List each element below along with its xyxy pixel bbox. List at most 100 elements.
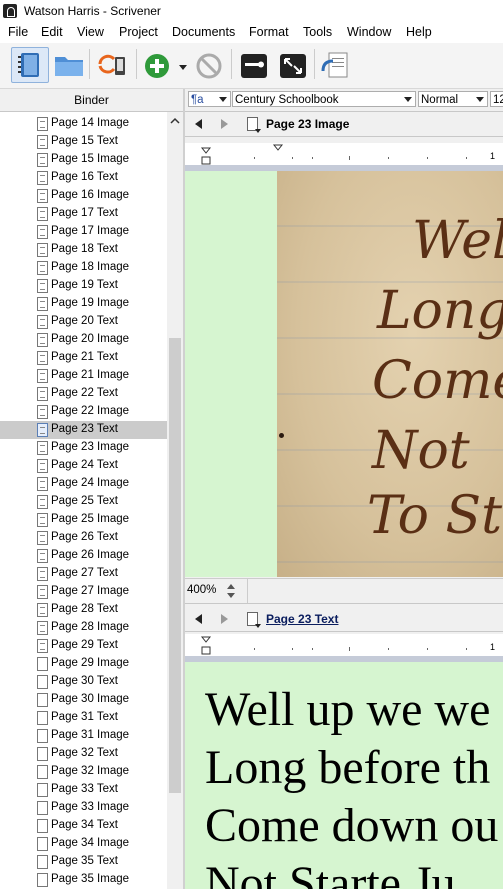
binder-item[interactable]: Page 17 Text bbox=[0, 205, 167, 223]
no-entry-icon bbox=[196, 53, 222, 79]
document-icon bbox=[37, 801, 48, 815]
binder-item[interactable]: Page 16 Text bbox=[0, 169, 167, 187]
editor-bottom-ruler[interactable]: 1 bbox=[185, 634, 503, 662]
text-editor[interactable]: Well up we we Long before th Come down o… bbox=[185, 662, 503, 889]
binder-item[interactable]: Page 25 Image bbox=[0, 511, 167, 529]
binder-scrollbar[interactable] bbox=[167, 112, 183, 889]
binder-item[interactable]: Page 34 Image bbox=[0, 835, 167, 853]
binder-item-label: Page 16 Text bbox=[51, 171, 118, 183]
text-line[interactable]: Come down ou bbox=[205, 798, 498, 853]
binder-item[interactable]: Page 17 Image bbox=[0, 223, 167, 241]
binder-item[interactable]: Page 32 Image bbox=[0, 763, 167, 781]
binder-item[interactable]: Page 31 Text bbox=[0, 709, 167, 727]
add-button[interactable] bbox=[141, 47, 189, 81]
binder-item[interactable]: Page 28 Text bbox=[0, 601, 167, 619]
text-line[interactable]: Not Starte Ju bbox=[205, 856, 456, 889]
handwriting-line: Not bbox=[372, 421, 470, 481]
menu-tools[interactable]: Tools bbox=[303, 25, 332, 39]
binder-list[interactable]: Page 35 Image Page 35 Text Page 34 Image Pa… bbox=[0, 112, 183, 889]
text-line[interactable]: Long before th bbox=[205, 740, 490, 795]
binder-item[interactable]: Page 15 Image bbox=[0, 151, 167, 169]
binder-item-label: Page 32 Image bbox=[51, 765, 130, 777]
back-arrow-icon[interactable] bbox=[195, 614, 202, 624]
binder-item[interactable]: Page 30 Text bbox=[0, 673, 167, 691]
scroll-up-icon[interactable] bbox=[170, 116, 180, 126]
binder-item[interactable]: Page 26 Text bbox=[0, 529, 167, 547]
back-arrow-icon[interactable] bbox=[195, 119, 202, 129]
font-family-dropdown[interactable]: Century Schoolbook bbox=[232, 91, 416, 107]
delete-button[interactable] bbox=[193, 47, 225, 81]
binder-item[interactable]: Page 32 Text bbox=[0, 745, 167, 763]
styles-dropdown[interactable]: ¶a bbox=[188, 91, 231, 107]
composition-mode-button[interactable] bbox=[277, 47, 309, 81]
binder-item[interactable]: Page 18 Image bbox=[0, 259, 167, 277]
font-size-field[interactable]: 12 bbox=[490, 91, 503, 107]
binder-item[interactable]: Page 34 Text bbox=[0, 817, 167, 835]
binder-toggle-button[interactable] bbox=[11, 47, 49, 83]
zoom-value[interactable]: 400% bbox=[187, 584, 216, 596]
forward-arrow-icon[interactable] bbox=[221, 614, 228, 624]
binder-item-label: Page 30 Text bbox=[51, 675, 118, 687]
indent-marker-icon[interactable] bbox=[200, 636, 212, 656]
binder-item[interactable]: Page 16 Image bbox=[0, 187, 167, 205]
binder-item[interactable]: Page 21 Text bbox=[0, 349, 167, 367]
document-menu-icon[interactable] bbox=[247, 117, 261, 133]
compile-button[interactable] bbox=[238, 47, 270, 81]
snapshot-button[interactable] bbox=[319, 47, 353, 81]
binder-item[interactable]: Page 20 Text bbox=[0, 313, 167, 331]
binder-item[interactable]: Page 23 Text bbox=[0, 421, 167, 439]
binder-item[interactable]: Page 30 Image bbox=[0, 691, 167, 709]
binder-item[interactable]: Page 24 Text bbox=[0, 457, 167, 475]
menu-help[interactable]: Help bbox=[406, 25, 432, 39]
binder-item[interactable]: Page 27 Text bbox=[0, 565, 167, 583]
binder-item[interactable]: Page 15 Text bbox=[0, 133, 167, 151]
forward-arrow-icon[interactable] bbox=[221, 119, 228, 129]
tab-stop-icon[interactable] bbox=[272, 144, 284, 152]
binder-item[interactable]: Page 19 Text bbox=[0, 277, 167, 295]
binder-item[interactable]: Page 22 Image bbox=[0, 403, 167, 421]
image-editor[interactable]: Well Long Come Not To Sta bbox=[185, 171, 503, 577]
binder-item[interactable]: Page 18 Text bbox=[0, 241, 167, 259]
binder-item[interactable]: Page 31 Image bbox=[0, 727, 167, 745]
zoom-stepper-icon[interactable] bbox=[227, 582, 235, 600]
binder-item[interactable]: Page 29 Text bbox=[0, 637, 167, 655]
binder-item[interactable]: Page 33 Text bbox=[0, 781, 167, 799]
binder-item[interactable]: Page 35 Image bbox=[0, 871, 167, 889]
binder-item[interactable]: Page 24 Image bbox=[0, 475, 167, 493]
binder-item[interactable]: Page 22 Text bbox=[0, 385, 167, 403]
binder-item[interactable]: Page 23 Image bbox=[0, 439, 167, 457]
menu-documents[interactable]: Documents bbox=[172, 25, 235, 39]
menu-project[interactable]: Project bbox=[119, 25, 158, 39]
document-icon bbox=[37, 387, 48, 401]
menu-edit[interactable]: Edit bbox=[41, 25, 63, 39]
editor-bottom-title[interactable]: Page 23 Text bbox=[266, 612, 338, 626]
binder-scroll-thumb[interactable] bbox=[169, 338, 181, 793]
sync-button[interactable] bbox=[94, 47, 130, 81]
binder-item[interactable]: Page 33 Image bbox=[0, 799, 167, 817]
menu-window[interactable]: Window bbox=[347, 25, 391, 39]
binder-item[interactable]: Page 27 Image bbox=[0, 583, 167, 601]
document-icon bbox=[37, 567, 48, 581]
binder-item-label: Page 24 Image bbox=[51, 477, 130, 489]
menu-format[interactable]: Format bbox=[249, 25, 289, 39]
indent-marker-icon[interactable] bbox=[200, 147, 212, 167]
text-line[interactable]: Well up we we bbox=[205, 682, 490, 737]
binder-item[interactable]: Page 26 Image bbox=[0, 547, 167, 565]
menu-view[interactable]: View bbox=[77, 25, 104, 39]
binder-item-label: Page 22 Image bbox=[51, 405, 130, 417]
document-menu-icon[interactable] bbox=[247, 612, 261, 628]
binder-item[interactable]: Page 28 Image bbox=[0, 619, 167, 637]
binder-item[interactable]: Page 14 Image bbox=[0, 115, 167, 133]
binder-item[interactable]: Page 35 Text bbox=[0, 853, 167, 871]
typeface-dropdown[interactable]: Normal bbox=[418, 91, 488, 107]
inspector-button[interactable] bbox=[52, 47, 86, 81]
binder-item-label: Page 19 Image bbox=[51, 297, 130, 309]
editor-top-title[interactable]: Page 23 Image bbox=[266, 117, 349, 131]
menu-file[interactable]: File bbox=[8, 25, 28, 39]
binder-item[interactable]: Page 25 Text bbox=[0, 493, 167, 511]
binder-item[interactable]: Page 29 Image bbox=[0, 655, 167, 673]
binder-item[interactable]: Page 20 Image bbox=[0, 331, 167, 349]
editor-top-ruler[interactable]: 1 bbox=[185, 143, 503, 171]
binder-item[interactable]: Page 21 Image bbox=[0, 367, 167, 385]
binder-item[interactable]: Page 19 Image bbox=[0, 295, 167, 313]
